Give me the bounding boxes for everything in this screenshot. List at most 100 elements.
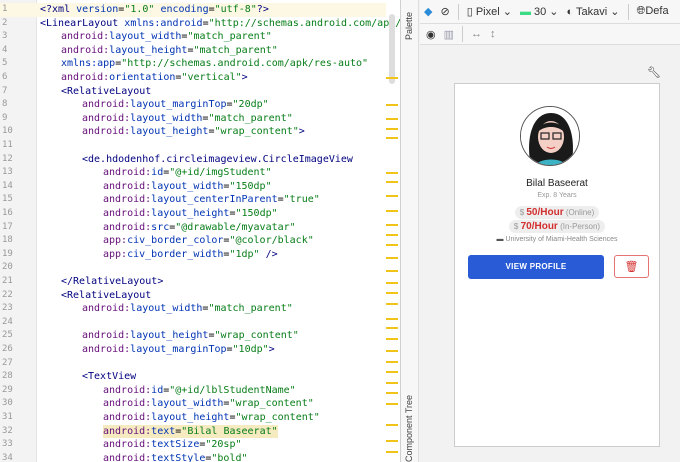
error-stripe-mark[interactable] [386,172,398,174]
layers-icon[interactable]: ◆ [424,5,432,18]
theme-dropdown[interactable]: ◐ Takavi ⌄ [567,5,620,18]
error-stripe-mark[interactable] [386,195,398,197]
code-line[interactable]: 24 [0,316,386,330]
error-stripe-mark[interactable] [386,224,398,226]
code-line[interactable]: 7 <RelativeLayout [0,85,386,99]
code-line[interactable]: 13 android:id="@+id/imgStudent" [0,166,386,180]
code-line[interactable]: 26 android:layout_marginTop="10dp"> [0,343,386,357]
code-token: "match_parent" [208,112,293,124]
error-stripe-mark[interactable] [386,392,398,394]
code-line[interactable]: 25 android:layout_height="wrap_content" [0,329,386,343]
code-line[interactable]: 20 [0,261,386,275]
theme-label: Takavi [576,6,608,18]
inperson-label: (In-Person) [560,222,601,231]
code-line[interactable]: 27 [0,357,386,371]
error-stripe-mark[interactable] [386,128,398,130]
error-stripe-mark[interactable] [386,403,398,405]
code-token: <?xml [40,4,77,15]
error-stripe-mark[interactable] [386,338,398,340]
code-line[interactable]: 32 android:text="Bilal Baseerat" [0,424,386,439]
error-stripe-mark[interactable] [386,118,398,120]
code-line[interactable]: 21 </RelativeLayout> [0,275,386,289]
orientation-icon[interactable]: ⊘ [440,5,449,18]
code-line[interactable]: 6 android:orientation="vertical"> [0,71,386,85]
code-token: android: [82,112,131,124]
editor-scrollbar[interactable] [389,14,395,84]
code-line[interactable]: 2 <LinearLayout xmlns:android="http://sch… [0,17,400,31]
line-number: 29 [2,384,13,395]
code-token: android: [103,384,152,396]
component-tree-tab[interactable]: Component Tree [404,395,414,462]
error-stripe-mark[interactable] [386,234,398,236]
code-line[interactable]: 4 android:layout_height="match_parent" [0,44,386,58]
code-line[interactable]: 22 <RelativeLayout [0,289,386,303]
error-stripe-mark[interactable] [386,451,398,453]
horizontal-resize-icon[interactable]: ↔ [471,28,482,40]
code-text: <de.hdodenhof.circleimageview.CircleImag… [82,153,353,167]
error-stripe-mark[interactable] [386,382,398,384]
code-line[interactable]: 9 android:layout_width="match_parent" [0,112,386,126]
error-stripe-mark[interactable] [386,318,398,320]
code-line[interactable]: 10 android:layout_height="wrap_content"> [0,125,386,139]
code-token: android: [82,330,131,342]
error-stripe-mark[interactable] [386,77,398,79]
code-line[interactable]: 11 [0,139,386,153]
code-line[interactable]: 14 android:layout_width="150dp" [0,180,386,194]
error-stripe-mark[interactable] [386,137,398,139]
code-line[interactable]: 1 <?xml version="1.0" encoding="utf-8"?> [0,3,386,17]
code-line[interactable]: 34 android:textStyle="bold" [0,452,386,462]
code-line[interactable]: 16 android:layout_height="150dp" [0,207,386,221]
code-text: android:layout_marginTop="10dp"> [82,343,275,357]
code-token: /> [259,248,278,260]
code-line[interactable]: 29 android:id="@+id/lblStudentName" [0,384,386,398]
device-dropdown[interactable]: ▯ Pixel ⌄ [467,5,512,18]
view-profile-button[interactable]: VIEW PROFILE [468,255,604,279]
code-line[interactable]: 3 android:layout_width="match_parent" [0,30,386,44]
error-stripe-mark[interactable] [386,181,398,183]
error-stripe-mark[interactable] [386,270,398,272]
code-token: layout_width [130,303,203,315]
error-stripe-mark[interactable] [386,244,398,246]
error-stripe-mark[interactable] [386,327,398,329]
eye-icon[interactable]: ◉ [426,28,436,41]
code-line[interactable]: 28 <TextView [0,370,386,384]
error-stripe-mark[interactable] [386,104,398,106]
error-stripe-mark[interactable] [386,371,398,373]
api-dropdown[interactable]: ▬ 30 ⌄ [520,5,559,18]
code-line[interactable]: 12 <de.hdodenhof.circleimageview.CircleIm… [0,153,386,167]
device-preview[interactable]: Bilal Baseerat Exp. 8 Years $ 50/Hour (O… [454,83,660,447]
wrench-icon[interactable]: 🔧︎ [647,66,661,79]
code-line[interactable]: 19 app:civ_border_width="1dp" /> [0,248,386,262]
code-editor[interactable]: 1 <?xml version="1.0" encoding="utf-8"?> 2… [0,0,400,462]
code-line[interactable]: 18 app:civ_border_color="@color/black" [0,234,386,248]
error-stripe-mark[interactable] [386,361,398,363]
vertical-resize-icon[interactable]: ↕ [490,28,496,40]
error-stripe-mark[interactable] [386,424,398,426]
locale-dropdown[interactable]: 🌐︎Defa [637,5,669,18]
error-stripe-mark[interactable] [386,440,398,442]
error-stripe-mark[interactable] [386,210,398,212]
code-line[interactable]: 5 xmlns:app="http://schemas.android.com/a… [0,57,386,71]
code-token: "@+id/lblStudentName" [169,384,296,396]
error-stripe-mark[interactable] [386,257,398,259]
error-stripe-mark[interactable] [386,350,398,352]
delete-button[interactable]: 🗑︎ [614,255,649,278]
code-token: "1.0" [124,4,161,15]
code-token: text [151,425,176,437]
code-text: android:layout_height="150dp" [103,207,278,221]
code-line[interactable]: 30 android:layout_width="wrap_content" [0,397,386,411]
palette-tab[interactable]: Palette [404,12,414,40]
error-stripe-mark[interactable] [386,292,398,294]
code-text: android:layout_height="wrap_content" [103,411,320,425]
blueprint-icon[interactable]: ▥ [444,28,454,41]
code-token: "10dp" [232,344,269,355]
line-number: 13 [2,167,13,178]
code-line[interactable]: 17 android:src="@drawable/myavatar" [0,221,386,235]
code-line[interactable]: 15 android:layout_centerInParent="true" [0,193,386,207]
code-line[interactable]: 23 android:layout_width="match_parent" [0,302,386,316]
code-line[interactable]: 33 android:textSize="20sp" [0,438,386,452]
code-line[interactable]: 8 android:layout_marginTop="20dp" [0,98,386,112]
code-line[interactable]: 31 android:layout_height="wrap_content" [0,411,386,425]
error-stripe-mark[interactable] [386,282,398,284]
error-stripe-mark[interactable] [386,303,398,305]
